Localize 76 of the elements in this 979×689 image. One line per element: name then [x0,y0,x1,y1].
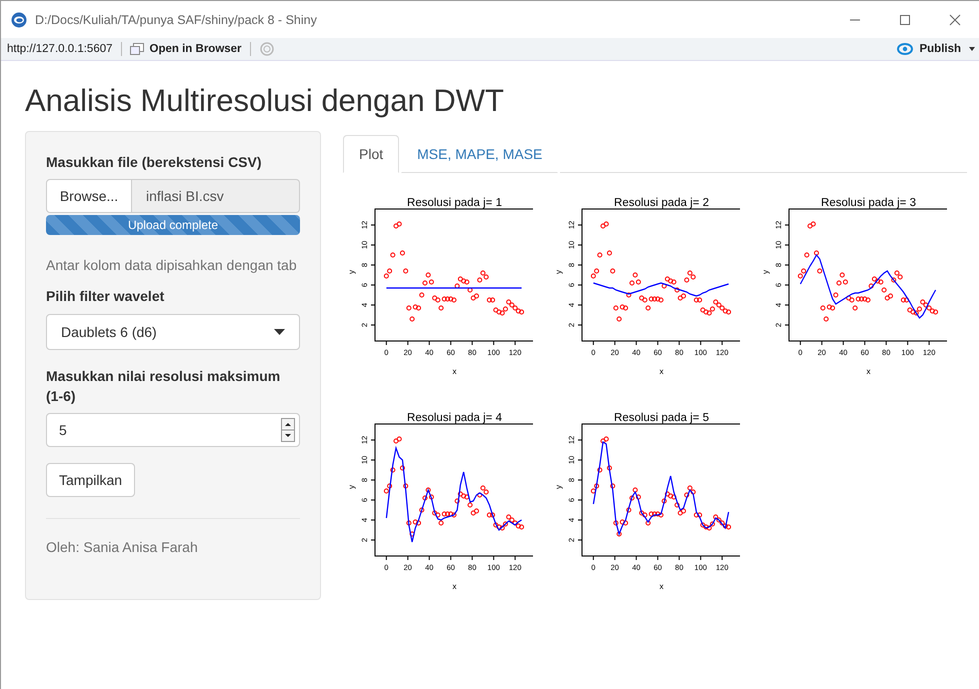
data-point [626,508,632,512]
maximize-icon[interactable] [899,14,911,26]
axis-label: y [347,270,356,274]
data-point [419,292,424,298]
data-point [610,484,616,488]
caret-icon[interactable] [969,47,975,51]
r-logo-icon [11,12,27,28]
data-point [833,292,838,298]
page-title: Analisis Multiresolusi dengan DWT [25,83,505,119]
data-point [410,532,415,536]
chart-title: Resolusi pada j= 2 [614,197,709,209]
open-in-browser-button[interactable]: Open in Browser [130,43,242,55]
field-label: Masukkan nilai resolusi maksimum (1-6) [46,366,282,406]
data-point [426,488,431,492]
axis-label: y [554,270,563,274]
data-point [632,488,638,492]
data-point [646,306,651,310]
publish-icon [897,43,914,55]
data-point [438,306,444,310]
publish-button[interactable]: Publish [897,43,961,55]
window-icon [130,43,144,55]
data-point [646,520,651,526]
spinner-icon[interactable] [281,418,295,442]
data-point [419,508,424,512]
browse-button[interactable]: Browse... [46,179,132,214]
data-point [426,272,431,278]
data-point [616,532,622,536]
axis-label: x [452,582,456,591]
data-point [626,292,632,298]
data-point [616,316,622,322]
submit-button[interactable]: Tampilkan [46,463,136,498]
data-point [403,268,408,274]
axis-label: y [761,270,770,274]
data-point [410,316,415,322]
filter-select[interactable]: Daublets 6 (d6) [46,314,300,350]
caret-icon [274,328,285,335]
data-point [824,316,829,322]
tab[interactable]: Plot [343,135,400,173]
axis-label: y [554,485,563,489]
data-point [403,484,408,488]
data-point [400,466,405,470]
axis-label: y [347,485,356,489]
chart-title: Resolusi pada j= 4 [407,412,502,424]
chart-title: Resolusi pada j= 1 [407,197,502,209]
author-text: Oleh: Sania Anisa Farah [46,539,199,556]
chart-title: Resolusi pada j= 5 [614,412,709,424]
data-point [606,250,612,256]
data-point [597,252,602,258]
axis-label: x [866,367,870,376]
data-point [438,520,444,526]
data-point [597,468,602,472]
data-point [610,268,616,274]
tab[interactable]: MSE, MAPE, MASE [401,135,558,173]
help-text: Antar kolom data dipisahkan dengan tab [46,256,298,276]
data-point [814,250,819,256]
chart-title: Resolusi pada j= 3 [821,197,916,209]
field-label: Pilih filter wavelet [46,287,166,306]
data-point [606,466,612,470]
url-text: http://127.0.0.1:5607 [7,43,113,55]
window-title: D:/Docs/Kuliah/TA/punya SAF/shiny/pack 8 - Shiny [35,12,317,26]
data-point [632,272,638,278]
data-point [390,252,396,258]
axis-label: x [660,582,664,591]
number-input[interactable]: 5 [46,413,300,448]
data-point [400,250,405,256]
close-icon[interactable] [949,14,961,26]
axis-label: x [452,367,456,376]
progress-text: Upload complete [128,218,218,232]
field-label: Masukkan file (berekstensi CSV) [46,153,263,172]
data-point [840,272,845,278]
data-point [852,306,858,310]
data-point [804,252,810,258]
data-point [817,268,822,274]
file-name-field: inflasi BI.csv [132,179,300,214]
data-point [390,468,396,472]
axis-label: x [660,367,664,376]
